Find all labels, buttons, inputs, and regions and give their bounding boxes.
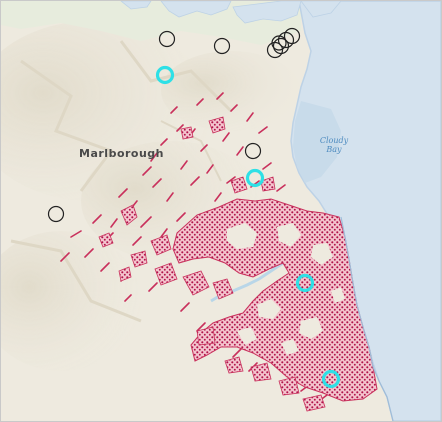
bay-label-line2: Bay [325,145,342,154]
bay-label-line1: Cloudy [320,136,349,145]
region-label: Marlborough [79,147,164,160]
map-canvas[interactable]: Marlborough Cloudy Bay [0,0,442,422]
